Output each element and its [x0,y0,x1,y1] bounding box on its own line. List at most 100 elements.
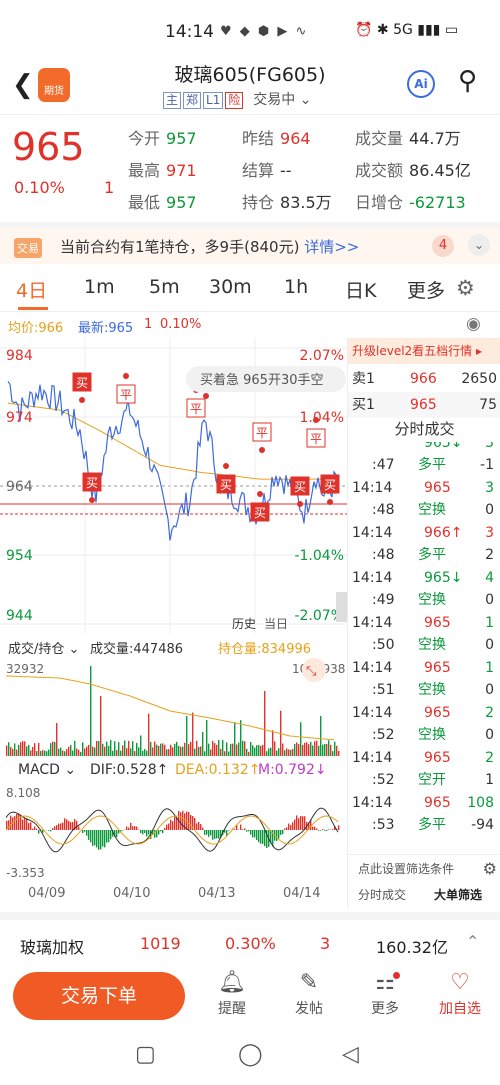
intraday-chart[interactable]: 买平买平买买平买买平买 9849749649549442.07%1.04%-1.… [0,338,347,634]
filter-settings[interactable]: 点此设置筛选条件 ⚙ [348,854,500,882]
trade-marker-label: 买 [86,476,98,490]
settings-gear-icon[interactable]: ⚙ [456,276,475,300]
add-watchlist-button[interactable]: ♡ 加自选 [430,970,490,1018]
details-link[interactable]: 详情>> [304,238,359,256]
quote-field: 今开 957 [128,125,197,149]
active-tab-underline [18,307,48,310]
macd-chart [5,807,340,853]
trade-row: :52 空开 1 [348,773,498,788]
trade-oi-change: 0 [485,637,494,653]
macd-select[interactable]: MACD ⌄ [18,762,76,778]
tab-30m[interactable]: 30m [209,276,252,298]
status-time: 14:14 [165,22,214,42]
eye-icon[interactable]: ◉ [466,314,481,334]
quote-field-value: 957 [166,193,197,212]
period-tabs: 4日 1m 5m 30m 1h 日K 更多 ⚙ [0,268,500,312]
trade-row: :48 空换 0 [348,503,498,518]
tab-1h[interactable]: 1h [284,276,308,298]
trade-oi-change: 0 [485,502,494,518]
trade-seconds: :50 [372,637,395,653]
related-contract-row[interactable]: 玻璃加权 1019 0.30% 3 160.32亿 ⌃ [0,912,500,964]
notification-icons: ♥ ◆ ⬢ ▶ ∿ [220,24,309,39]
quote-field: 成交量 44.7万 [355,125,461,149]
tab-4day[interactable]: 4日 [16,276,47,303]
trade-time: 14:14 [352,705,393,721]
ask-label: 卖1 [352,371,375,387]
quote-field-value: 971 [166,161,197,180]
trading-status[interactable]: 交易中 ⌄ [253,92,311,108]
trade-seconds: :53 [372,817,395,833]
tab-time-sales[interactable]: 分时成交 [358,882,406,908]
last-price: 965 [12,125,85,169]
trade-price: 966↑ [424,525,463,541]
trade-oi-change: 2 [485,547,494,563]
chart-legend: 均价:966 最新:965 1 0.10% ◉ [0,312,500,338]
trade-type: 空换 [418,592,446,608]
trade-marker-label: 买 [294,480,306,494]
quote-field: 成交额 86.45亿 [355,157,471,181]
quote-field-value: -- [280,161,292,180]
trade-row: :47 多平 -1 [348,458,498,473]
position-notice[interactable]: 交易 当前合约有1笔持仓，多9手(840元) 详情>> 4 ⌄ [0,222,500,264]
trade-type: 空开 [418,772,446,788]
quote-field: 最高 971 [128,157,197,181]
scroll-handle[interactable] [336,592,347,622]
home-icon[interactable]: ◯ [238,1042,263,1067]
chevron-down-icon[interactable]: ⌄ [468,234,490,256]
more-button[interactable]: ⚏ 更多 [355,970,415,1018]
volume-chart: ⤡ [5,658,340,756]
search-icon[interactable]: ⚲ [458,66,477,96]
tab-day-k[interactable]: 日K [345,276,376,303]
alert-button[interactable]: 🔔︎ 提醒 [202,970,262,1018]
trades-list[interactable]: 965↓ 3:47 多平 -1 14:14 965 3:48 空换 0 14:14 966↑ 3:48… [348,442,500,852]
bottom-bar: 交易下单 🔔︎ 提醒 ✎ 发帖 ⚏ 更多 ♡ 加自选 [0,964,500,1028]
tab-more[interactable]: 更多 [407,276,445,303]
quote-field-value: 957 [166,129,197,148]
trade-marker-label: 买 [76,376,88,390]
avg-price-line [7,402,336,480]
chevron-up-icon[interactable]: ⌃ [466,932,479,951]
recent-apps-icon[interactable]: ▢ [135,1042,156,1067]
trade-row: :50 空换 0 [348,638,498,653]
svg-text:⤡: ⤡ [306,664,317,679]
level2-upgrade-banner[interactable]: 升级level2看五档行情 ▸ [348,338,500,364]
oi-value: 持仓量:834996 [218,642,312,657]
post-button[interactable]: ✎ 发帖 [279,970,339,1018]
trade-row: 14:14 965 2 [348,706,498,721]
notice-count-badge[interactable]: 4 [432,235,454,257]
trade-qty: 108 [467,795,494,811]
trade-seconds: :51 [372,682,395,698]
trade-row: 14:14 966↑ 3 [348,526,498,541]
trade-order-button[interactable]: 交易下单 [13,972,185,1020]
today-label: 当日 [264,617,288,631]
date-label: 04/13 [198,886,236,901]
trade-time: 14:14 [352,615,393,631]
tab-5m[interactable]: 5m [149,276,180,298]
trade-marker: 买 [320,474,340,505]
pct-axis-label: 1.04% [300,410,344,426]
settings-icon[interactable]: ⚙ [483,855,497,883]
trade-marker: 买 [82,472,102,503]
related-change: 3 [320,934,331,953]
history-button[interactable]: 历史 [232,617,256,631]
trade-seconds: :48 [372,547,395,563]
volume-tab-select[interactable]: 成交/持仓 ⌄ [8,638,79,657]
related-name: 玻璃加权 [20,938,85,957]
trade-oi-change: 1 [485,772,494,788]
trades-tabs: 分时成交 大单筛选 [348,882,500,908]
trade-oi-change: -94 [471,817,494,833]
trade-type: 空换 [418,637,446,653]
ai-assistant-button[interactable]: Ai [407,70,435,98]
quote-panel: 965 0.10% 1 今开 957 昨结 964 成交量 44.7万 最高 971 结算 -- 成… [0,114,500,220]
quote-field: 最低 957 [128,189,197,213]
quote-field-value: 964 [280,129,311,148]
trade-row: :51 空换 0 [348,683,498,698]
back-nav-icon[interactable]: ◁ [342,1042,359,1067]
date-label: 04/09 [28,886,66,901]
tag-risk: 险 [225,92,244,109]
trade-marker-label: 买 [324,478,336,492]
macd-panel: MACD ⌄ DIF:0.528↑ DEA:0.132↑ M:0.792↓ 8.… [0,758,347,882]
tab-big-orders[interactable]: 大单筛选 [434,882,482,908]
trade-qty: 4 [485,570,494,586]
tab-1m[interactable]: 1m [84,276,115,298]
